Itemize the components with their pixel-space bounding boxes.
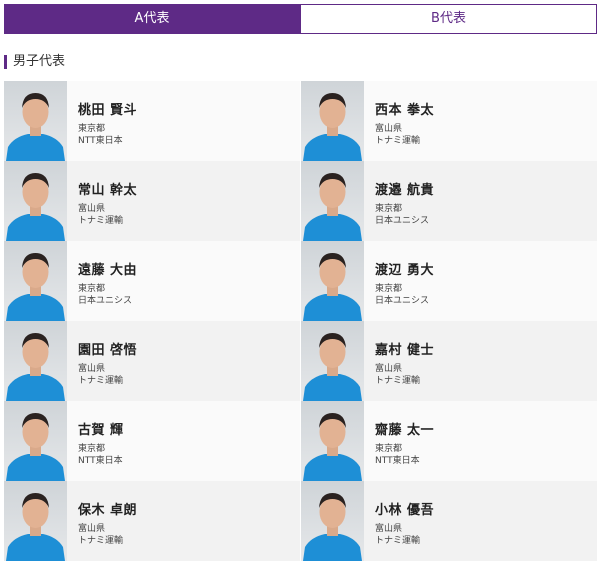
player-card[interactable]: 小林 優吾 富山県 トナミ運輸 <box>301 481 597 561</box>
athlete-portrait <box>303 173 362 241</box>
player-row: 桃田 賢斗 東京都 NTT東日本 西本 拳太 富山県 トナミ運輸 <box>4 81 597 161</box>
team-tabs: A代表 B代表 <box>4 4 597 34</box>
player-name: 渡辺 勇大 <box>375 263 435 278</box>
athlete-portrait <box>6 493 65 561</box>
player-team: 日本ユニシス <box>375 216 430 226</box>
player-photo <box>301 321 364 401</box>
athlete-portrait <box>303 93 362 161</box>
athlete-portrait <box>6 333 65 401</box>
player-name: 渡邉 航貴 <box>375 183 435 198</box>
athlete-portrait <box>303 413 362 481</box>
jersey-shape <box>303 454 362 481</box>
player-photo <box>301 481 364 561</box>
jersey-shape <box>303 294 362 321</box>
player-card[interactable]: 遠藤 大由 東京都 日本ユニシス <box>4 241 300 321</box>
player-name: 古賀 輝 <box>78 423 124 438</box>
athlete-portrait <box>303 253 362 321</box>
athlete-portrait <box>6 93 65 161</box>
player-name: 園田 啓悟 <box>78 343 138 358</box>
player-photo <box>301 241 364 321</box>
player-name: 嘉村 健士 <box>375 343 435 358</box>
jersey-shape <box>6 134 65 161</box>
player-team: トナミ運輸 <box>375 376 421 386</box>
player-photo <box>4 481 67 561</box>
jersey-shape <box>6 454 65 481</box>
athlete-portrait <box>303 493 362 561</box>
player-row: 古賀 輝 東京都 NTT東日本 齋藤 太一 東京都 NTT東日本 <box>4 401 597 481</box>
player-name: 桃田 賢斗 <box>78 103 138 118</box>
player-team: トナミ運輸 <box>78 536 124 546</box>
jersey-shape <box>6 214 65 241</box>
player-card[interactable]: 嘉村 健士 富山県 トナミ運輸 <box>301 321 597 401</box>
player-photo <box>301 161 364 241</box>
player-row: 遠藤 大由 東京都 日本ユニシス 渡辺 勇大 東京都 日本ユニシス <box>4 241 597 321</box>
athlete-portrait <box>6 413 65 481</box>
player-team: トナミ運輸 <box>78 216 124 226</box>
player-team: NTT東日本 <box>375 456 420 466</box>
player-team: トナミ運輸 <box>78 376 124 386</box>
player-team: トナミ運輸 <box>375 536 421 546</box>
player-card[interactable]: 常山 幹太 富山県 トナミ運輸 <box>4 161 300 241</box>
player-card[interactable]: 渡辺 勇大 東京都 日本ユニシス <box>301 241 597 321</box>
player-team: NTT東日本 <box>78 136 123 146</box>
player-photo <box>4 81 67 161</box>
player-card[interactable]: 保木 卓朗 富山県 トナミ運輸 <box>4 481 300 561</box>
athlete-portrait <box>303 333 362 401</box>
athlete-portrait <box>6 173 65 241</box>
player-team: トナミ運輸 <box>375 136 421 146</box>
player-photo <box>4 161 67 241</box>
player-team: 日本ユニシス <box>375 296 430 306</box>
jersey-shape <box>303 534 362 561</box>
player-card[interactable]: 西本 拳太 富山県 トナミ運輸 <box>301 81 597 161</box>
player-team: NTT東日本 <box>78 456 123 466</box>
player-card[interactable]: 渡邉 航貴 東京都 日本ユニシス <box>301 161 597 241</box>
player-name: 西本 拳太 <box>375 103 435 118</box>
athlete-portrait <box>6 253 65 321</box>
jersey-shape <box>6 294 65 321</box>
player-name: 常山 幹太 <box>78 183 138 198</box>
jersey-shape <box>6 534 65 561</box>
player-name: 遠藤 大由 <box>78 263 138 278</box>
player-name: 小林 優吾 <box>375 503 435 518</box>
jersey-shape <box>303 214 362 241</box>
player-photo <box>301 81 364 161</box>
player-card[interactable]: 園田 啓悟 富山県 トナミ運輸 <box>4 321 300 401</box>
player-team: 日本ユニシス <box>78 296 133 306</box>
player-grid: 桃田 賢斗 東京都 NTT東日本 西本 拳太 富山県 トナミ運輸 常山 幹太 富… <box>4 81 597 561</box>
player-row: 常山 幹太 富山県 トナミ運輸 渡邉 航貴 東京都 日本ユニシス <box>4 161 597 241</box>
player-card[interactable]: 齋藤 太一 東京都 NTT東日本 <box>301 401 597 481</box>
player-photo <box>4 241 67 321</box>
tab-b-team[interactable]: B代表 <box>300 4 597 34</box>
player-row: 保木 卓朗 富山県 トナミ運輸 小林 優吾 富山県 トナミ運輸 <box>4 481 597 561</box>
player-name: 齋藤 太一 <box>375 423 435 438</box>
player-row: 園田 啓悟 富山県 トナミ運輸 嘉村 健士 富山県 トナミ運輸 <box>4 321 597 401</box>
player-card[interactable]: 桃田 賢斗 東京都 NTT東日本 <box>4 81 300 161</box>
section-title: 男子代表 <box>4 55 65 69</box>
jersey-shape <box>303 134 362 161</box>
player-photo <box>4 401 67 481</box>
jersey-shape <box>6 374 65 401</box>
player-card[interactable]: 古賀 輝 東京都 NTT東日本 <box>4 401 300 481</box>
tab-a-team[interactable]: A代表 <box>4 4 300 34</box>
player-name: 保木 卓朗 <box>78 503 138 518</box>
player-photo <box>301 401 364 481</box>
player-photo <box>4 321 67 401</box>
jersey-shape <box>303 374 362 401</box>
